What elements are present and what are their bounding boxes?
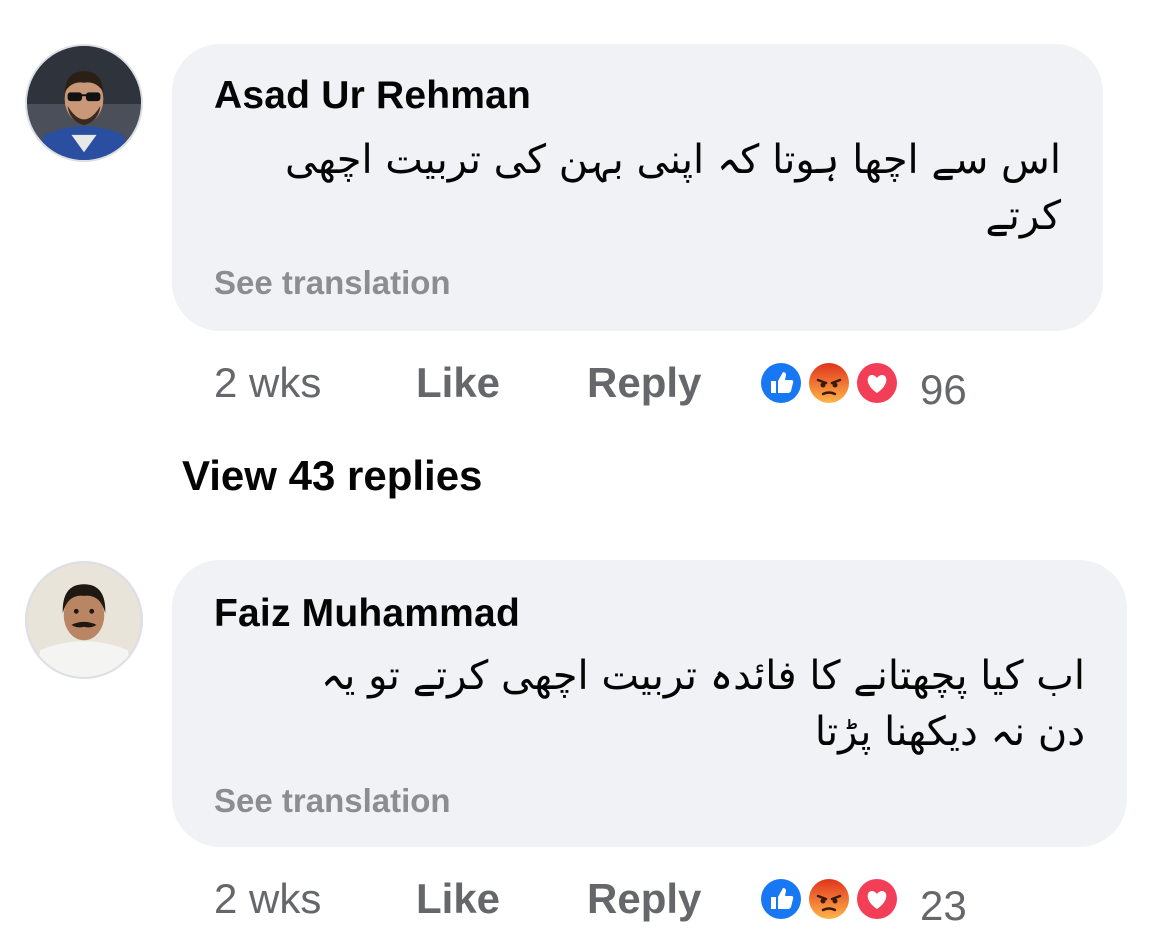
reaction-count: 23	[920, 882, 967, 929]
avatar-photo	[27, 563, 141, 677]
love-icon	[854, 876, 900, 922]
comment-actions: 2 wks Like Reply 96	[214, 353, 1014, 413]
see-translation-link[interactable]: See translation	[214, 782, 451, 820]
avatar[interactable]	[25, 44, 143, 162]
reaction-summary[interactable]: 23	[758, 876, 988, 929]
reply-button[interactable]: Reply	[587, 353, 701, 413]
reaction-count: 96	[920, 366, 967, 413]
reply-button[interactable]: Reply	[587, 869, 701, 929]
comment-bubble: Faiz Muhammad اب کیا پچھتانے کا فائدہ تر…	[172, 560, 1127, 847]
reaction-summary[interactable]: 96	[758, 360, 988, 413]
like-button[interactable]: Like	[416, 353, 500, 413]
avatar-photo	[27, 46, 141, 160]
avatar[interactable]	[25, 561, 143, 679]
like-icon	[758, 876, 804, 922]
comment-bubble: Asad Ur Rehman اس سے اچھا ہوتا کہ اپنی ب…	[172, 44, 1103, 331]
comment-author[interactable]: Asad Ur Rehman	[214, 74, 531, 118]
see-translation-link[interactable]: See translation	[214, 264, 451, 302]
love-icon	[854, 360, 900, 406]
angry-icon	[806, 876, 852, 922]
comment-author[interactable]: Faiz Muhammad	[214, 592, 520, 636]
angry-icon	[806, 360, 852, 406]
comment-text: اس سے اچھا ہوتا کہ اپنی بہن کی تربیت اچھ…	[284, 137, 1061, 239]
comment-timestamp[interactable]: 2 wks	[214, 869, 321, 929]
comment-timestamp[interactable]: 2 wks	[214, 353, 321, 413]
like-icon	[758, 360, 804, 406]
view-replies-link[interactable]: View 43 replies	[182, 452, 482, 500]
comment-actions: 2 wks Like Reply 23	[214, 869, 1014, 929]
comments-thread: Asad Ur Rehman اس سے اچھا ہوتا کہ اپنی ب…	[0, 0, 1170, 946]
like-button[interactable]: Like	[416, 869, 500, 929]
comment-text: اب کیا پچھتانے کا فائدہ تربیت اچھی کرتے …	[320, 653, 1085, 755]
